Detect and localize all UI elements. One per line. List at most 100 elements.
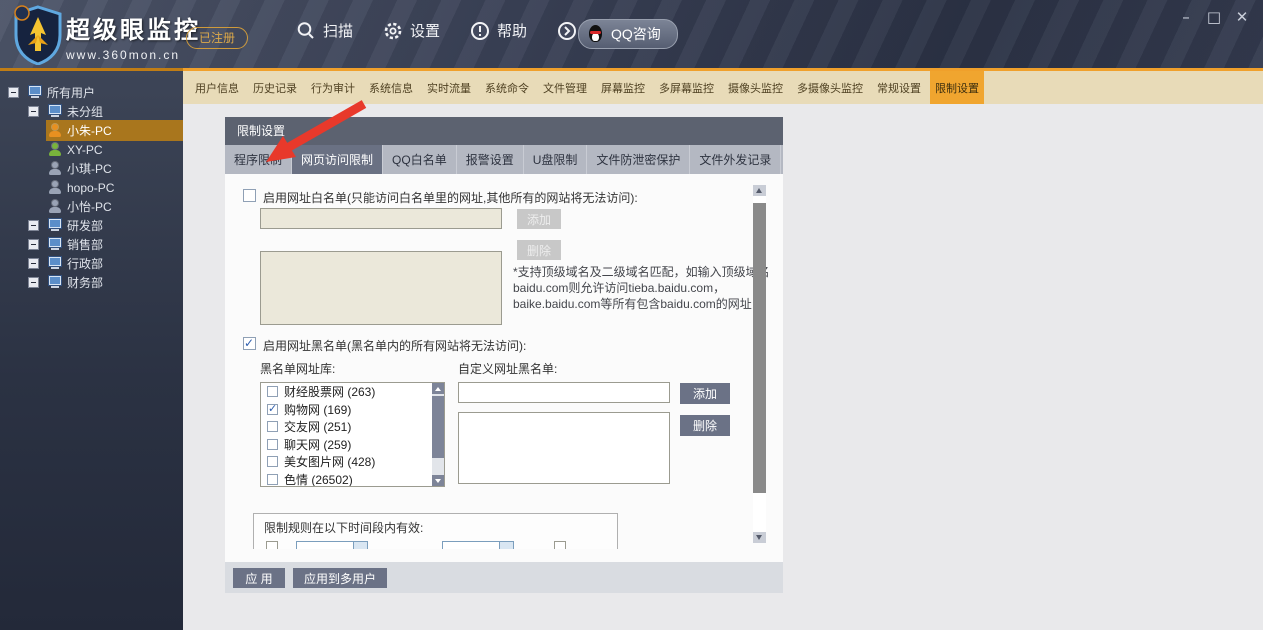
gear-icon xyxy=(383,21,403,41)
panel-footer: 应 用 应用到多用户 xyxy=(225,562,783,593)
sub-tab[interactable]: 文件外发记录 xyxy=(690,145,781,174)
tree-item[interactable]: 行政部 xyxy=(0,254,200,273)
blacklist-enable-label: 启用网址黑名单(黑名单内的所有网站将无法访问): xyxy=(263,337,526,354)
sub-tab[interactable]: 报警设置 xyxy=(457,145,524,174)
qq-penguin-icon xyxy=(587,25,604,44)
tree-expander-icon[interactable] xyxy=(28,277,39,288)
form-scroll-down-icon[interactable] xyxy=(753,532,766,543)
tree-item-label: XY-PC xyxy=(67,143,103,157)
maximize-icon[interactable]: □ xyxy=(1205,8,1223,26)
close-icon[interactable]: ✕ xyxy=(1233,8,1251,26)
sub-tab-label: 网页访问限制 xyxy=(301,151,373,168)
sub-tab[interactable]: 网页访问限制 xyxy=(292,145,383,174)
blacklist-category-row[interactable]: 美女图片网 (428) xyxy=(261,453,444,471)
whitelist-enable-checkbox[interactable] xyxy=(243,189,256,202)
tree-item[interactable]: 所有用户 xyxy=(0,83,180,102)
time-option-checkbox[interactable] xyxy=(554,541,566,549)
tree-node-icon xyxy=(48,162,63,175)
app-window: 超级眼监控 www.360mon.cn 已注册 扫描 设置 xyxy=(0,0,1263,630)
sub-tab-label: 报警设置 xyxy=(466,151,514,168)
user-tree: 所有用户 未分组 小朱-PC xyxy=(0,83,183,292)
main-tab[interactable]: 屏幕监控 xyxy=(596,71,650,104)
whitelist-listbox[interactable] xyxy=(260,251,502,325)
custom-blacklist-input[interactable] xyxy=(458,382,670,403)
tree-node-icon xyxy=(48,276,63,289)
category-checkbox[interactable] xyxy=(267,421,278,432)
blacklist-category-row[interactable]: 聊天网 (259) xyxy=(261,436,444,454)
sub-tab[interactable]: 文件防泄密保护 xyxy=(587,145,690,174)
tree-item[interactable]: 销售部 xyxy=(0,235,200,254)
blacklist-category-row[interactable]: 交友网 (251) xyxy=(261,418,444,436)
main-tab[interactable]: 限制设置 xyxy=(930,71,984,104)
category-checkbox[interactable] xyxy=(267,404,278,415)
library-scroll-thumb[interactable] xyxy=(432,396,444,458)
blacklist-category-row[interactable]: 色情 (26502) xyxy=(261,471,444,488)
custom-blacklist-listbox[interactable] xyxy=(458,412,670,484)
apply-button[interactable]: 应 用 xyxy=(233,568,285,588)
form-scroll-up-icon[interactable] xyxy=(753,185,766,196)
tree-expander-icon[interactable] xyxy=(28,106,39,117)
scroll-down-icon[interactable] xyxy=(432,475,444,486)
whitelist-url-input[interactable] xyxy=(260,208,502,229)
tree-expander-icon[interactable] xyxy=(28,239,39,250)
blacklist-enable-checkbox[interactable] xyxy=(243,337,256,350)
main-tab[interactable]: 系统命令 xyxy=(480,71,534,104)
help-button[interactable]: 帮助 xyxy=(470,20,527,41)
main-tab[interactable]: 实时流量 xyxy=(422,71,476,104)
main-tab[interactable]: 行为审计 xyxy=(306,71,360,104)
time-from-spinner[interactable] xyxy=(296,541,368,549)
main-tab[interactable]: 历史记录 xyxy=(248,71,302,104)
tree-item-label: hopo-PC xyxy=(67,181,114,195)
main-tab[interactable]: 系统信息 xyxy=(364,71,418,104)
main-tab-label: 屏幕监控 xyxy=(601,80,645,96)
brand-url: www.360mon.cn xyxy=(66,48,201,62)
whitelist-delete-button[interactable]: 删除 xyxy=(517,240,561,260)
blacklist-add-button[interactable]: 添加 xyxy=(680,383,730,404)
sub-tab[interactable]: 程序限制 xyxy=(225,145,292,174)
tree-expander-icon[interactable] xyxy=(28,258,39,269)
main-tab[interactable]: 多摄像头监控 xyxy=(792,71,868,104)
tree-item-label: 小怡-PC xyxy=(67,198,112,215)
tree-expander-icon[interactable] xyxy=(8,87,19,98)
main-tab-label: 限制设置 xyxy=(935,80,979,96)
settings-button[interactable]: 设置 xyxy=(383,20,440,41)
sub-tab-bar: 程序限制 网页访问限制 QQ白名单 报警设置 U盘限制 xyxy=(225,145,783,174)
qq-consult-button[interactable]: QQ咨询 xyxy=(578,19,678,49)
main-tab[interactable]: 用户信息 xyxy=(190,71,244,104)
category-checkbox[interactable] xyxy=(267,474,278,485)
main-tab[interactable]: 文件管理 xyxy=(538,71,592,104)
category-checkbox[interactable] xyxy=(267,386,278,397)
blacklist-category-row[interactable]: 购物网 (169) xyxy=(261,401,444,419)
main-tab[interactable]: 多屏幕监控 xyxy=(654,71,719,104)
time-rule-groupbox: 限制规则在以下时间段内有效: xyxy=(253,513,618,549)
scroll-up-icon[interactable] xyxy=(432,383,444,394)
tree-item[interactable]: 未分组 xyxy=(0,102,200,121)
scan-button[interactable]: 扫描 xyxy=(296,20,353,41)
blacklist-category-row[interactable]: 财经股票网 (263) xyxy=(261,383,444,401)
main-tab-label: 多屏幕监控 xyxy=(659,80,714,96)
category-label: 色情 (26502) xyxy=(284,471,353,487)
blacklist-delete-button[interactable]: 删除 xyxy=(680,415,730,436)
window-controls: – □ ✕ xyxy=(1177,8,1251,26)
minimize-icon[interactable]: – xyxy=(1177,8,1195,26)
whitelist-add-button[interactable]: 添加 xyxy=(517,209,561,229)
form-scroll-thumb[interactable] xyxy=(753,203,766,493)
sub-tab[interactable]: QQ白名单 xyxy=(383,145,457,174)
main-tab[interactable]: 摄像头监控 xyxy=(723,71,788,104)
tree-item-label: 研发部 xyxy=(67,217,103,234)
apply-to-multiple-users-button[interactable]: 应用到多用户 xyxy=(293,568,387,588)
time-to-spinner[interactable] xyxy=(442,541,514,549)
blacklist-library-listbox: 财经股票网 (263) 购物网 (169) 交友网 (251) xyxy=(260,382,445,487)
sub-tab[interactable]: U盘限制 xyxy=(524,145,588,174)
about-icon xyxy=(557,21,577,41)
main-tab[interactable]: 常规设置 xyxy=(872,71,926,104)
panel-title: 限制设置 xyxy=(225,117,783,145)
tree-expander-icon[interactable] xyxy=(28,220,39,231)
sub-tab-label: 程序限制 xyxy=(234,151,282,168)
time-rule-checkbox[interactable] xyxy=(266,541,278,549)
main-tab-label: 文件管理 xyxy=(543,80,587,96)
category-checkbox[interactable] xyxy=(267,456,278,467)
tree-item[interactable]: 研发部 xyxy=(0,216,200,235)
tree-item[interactable]: 财务部 xyxy=(0,273,200,292)
category-checkbox[interactable] xyxy=(267,439,278,450)
